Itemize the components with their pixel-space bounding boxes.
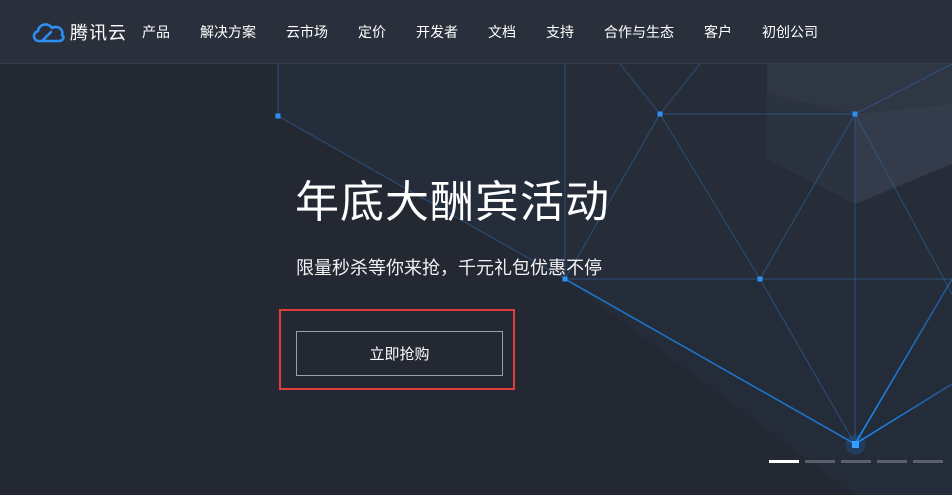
nav-item-startups[interactable]: 初创公司 [762,22,818,42]
nav-item-partners[interactable]: 合作与生态 [604,22,674,42]
top-navigation-bar: 腾讯云 产品 解决方案 云市场 定价 开发者 文档 支持 合作与生态 客户 初创… [0,0,952,64]
hero-subtitle: 限量秒杀等你来抢，千元礼包优惠不停 [296,258,602,279]
cloud-icon [32,22,65,42]
nav-item-pricing[interactable]: 定价 [358,22,386,42]
carousel-indicators [769,460,943,463]
main-nav: 产品 解决方案 云市场 定价 开发者 文档 支持 合作与生态 客户 初创公司 [142,22,848,42]
carousel-dot-1[interactable] [769,460,799,463]
nav-item-developers[interactable]: 开发者 [416,22,458,42]
buy-now-button[interactable]: 立即抢购 [296,331,503,376]
nav-item-support[interactable]: 支持 [546,22,574,42]
nav-item-marketplace[interactable]: 云市场 [286,22,328,42]
hero-title: 年底大酬宾活动 [295,177,610,228]
carousel-dot-5[interactable] [913,460,943,463]
nav-item-products[interactable]: 产品 [142,22,170,42]
nav-item-solutions[interactable]: 解决方案 [200,22,256,42]
carousel-dot-4[interactable] [877,460,907,463]
carousel-dot-2[interactable] [805,460,835,463]
hero-banner: 年底大酬宾活动 限量秒杀等你来抢，千元礼包优惠不停 立即抢购 [0,64,952,495]
brand-name: 腾讯云 [70,22,127,44]
nav-item-customers[interactable]: 客户 [704,22,732,42]
nav-item-docs[interactable]: 文档 [488,22,516,42]
brand-logo[interactable]: 腾讯云 [30,19,142,45]
carousel-dot-3[interactable] [841,460,871,463]
